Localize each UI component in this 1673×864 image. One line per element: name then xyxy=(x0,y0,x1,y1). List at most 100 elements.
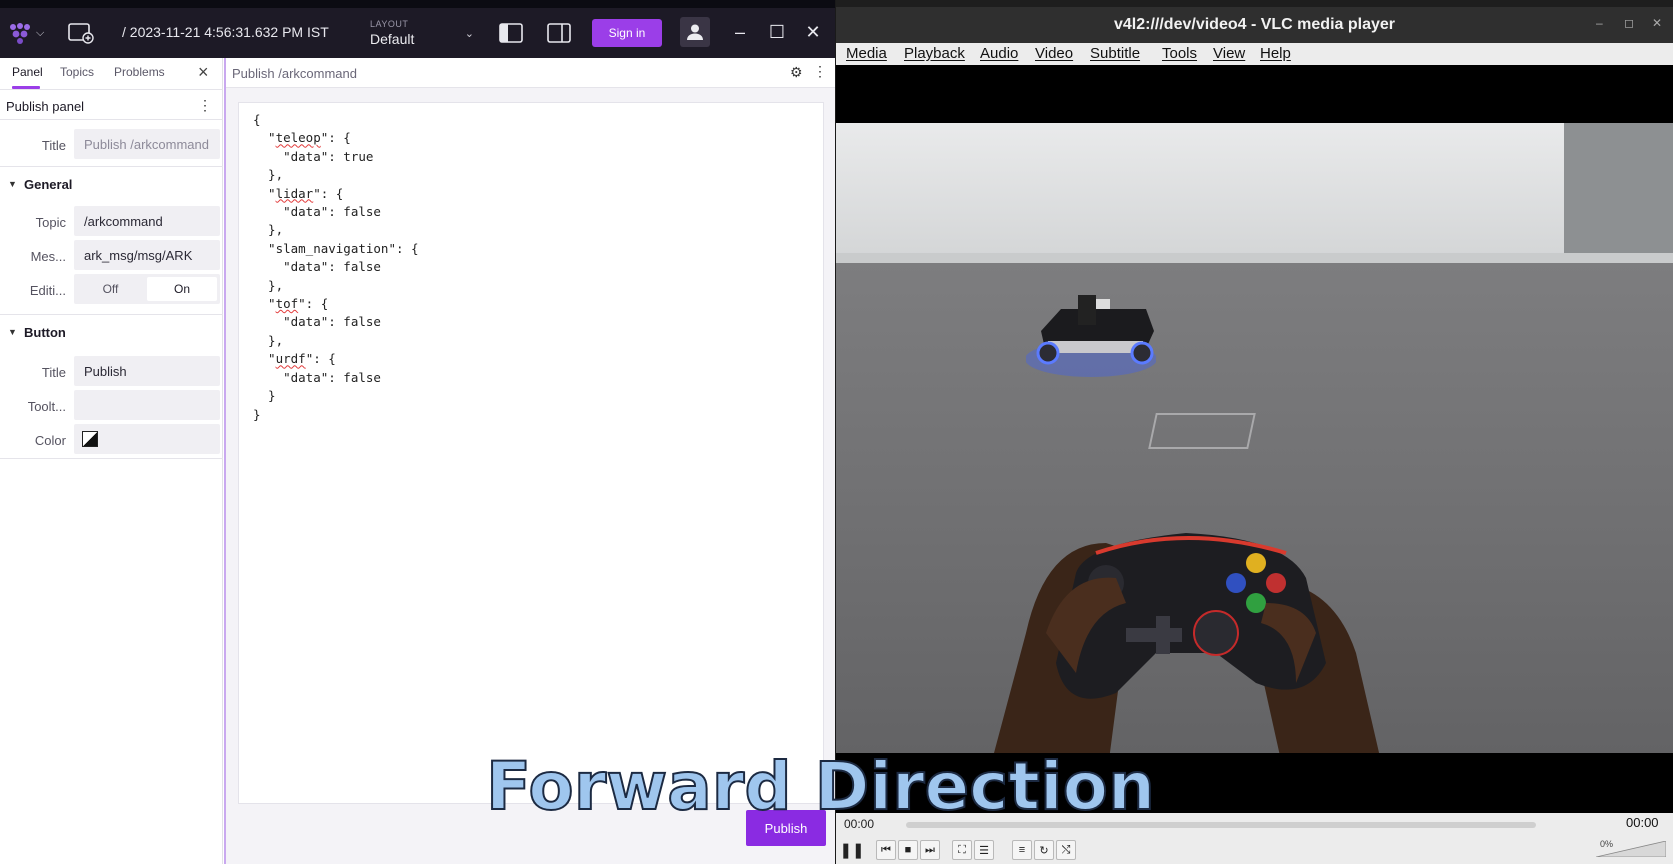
publish-panel-header: Publish /arkcommand ⚙ ⋮ xyxy=(226,58,835,88)
message-schema-input[interactable]: ark_msg/msg/ARK xyxy=(74,240,220,270)
button-title-input[interactable]: Publish xyxy=(74,356,220,386)
code-line: "lidar": { xyxy=(253,185,344,201)
tab-topics[interactable]: Topics xyxy=(60,65,94,79)
video-caption: Forward Direction xyxy=(485,747,1156,826)
minimize-icon[interactable]: – xyxy=(728,20,752,44)
button-tooltip-label: Toolt... xyxy=(27,399,66,414)
title-input[interactable]: Publish /arkcommand xyxy=(74,129,220,159)
title-label: Title xyxy=(41,138,66,153)
code-line: } xyxy=(253,406,261,422)
maximize-icon[interactable]: ◻ xyxy=(1624,16,1634,30)
code-line: "slam_navigation": { xyxy=(253,240,419,256)
general-section-label: General xyxy=(24,177,73,192)
vlc-window: v4l2:///dev/video4 - VLC media player – … xyxy=(836,0,1673,864)
maximize-icon[interactable]: ☐ xyxy=(765,20,789,44)
previous-icon[interactable]: ⏮ xyxy=(876,840,896,860)
app-toolbar: ⌵ / 2023-11-21 4:56:31.632 PM IST LAYOUT… xyxy=(0,8,835,58)
door xyxy=(1564,123,1673,261)
triangle-down-icon: ▼ xyxy=(8,179,17,189)
editing-on-option[interactable]: On xyxy=(147,277,217,301)
screen: ⌵ / 2023-11-21 4:56:31.632 PM IST LAYOUT… xyxy=(0,0,1673,864)
publish-panel: Publish /arkcommand ⚙ ⋮ { "teleop": { "d… xyxy=(224,58,835,864)
code-line: } xyxy=(253,388,276,404)
menu-view[interactable]: View xyxy=(1213,45,1245,62)
code-line: "data": false xyxy=(253,314,381,330)
extended-settings-icon[interactable]: ☰ xyxy=(974,840,994,860)
playlist-icon[interactable]: ≡ xyxy=(1012,840,1032,860)
menu-audio[interactable]: Audio xyxy=(980,45,1018,62)
minimize-icon[interactable]: – xyxy=(1596,16,1603,30)
code-line: "data": false xyxy=(253,204,381,220)
code-line: }, xyxy=(253,277,284,293)
menu-help[interactable]: Help xyxy=(1260,45,1291,62)
total-time: 00:00 xyxy=(1626,815,1659,830)
general-section-header[interactable]: ▼ General xyxy=(0,166,223,200)
code-line: "teleop": { xyxy=(253,130,351,146)
triangle-down-icon: ▼ xyxy=(8,327,17,337)
robot-image xyxy=(1026,295,1156,377)
code-line: "tof": { xyxy=(253,296,329,312)
editing-mode-label: Editi... xyxy=(29,283,66,298)
code-line: "data": true xyxy=(253,148,374,164)
code-line: }, xyxy=(253,167,284,183)
shuffle-icon[interactable]: ⤭ xyxy=(1056,840,1076,860)
add-panel-icon[interactable] xyxy=(68,22,94,44)
vlc-menubar: Media Playback Audio Video Subtitle Tool… xyxy=(836,43,1673,65)
code-line: }, xyxy=(253,332,284,348)
stop-icon[interactable]: ■ xyxy=(898,840,918,860)
chevron-down-icon: ⌄ xyxy=(464,28,474,40)
button-color-input[interactable] xyxy=(74,424,220,454)
menu-subtitle[interactable]: Subtitle xyxy=(1090,45,1140,62)
menu-media[interactable]: Media xyxy=(846,45,887,62)
top-strip xyxy=(836,0,1673,7)
button-tooltip-input[interactable] xyxy=(74,390,220,420)
code-line: "data": false xyxy=(253,369,381,385)
topic-input[interactable]: /arkcommand xyxy=(74,206,220,236)
volume-slider[interactable] xyxy=(1596,841,1666,857)
chevron-down-icon: ⌵ xyxy=(36,26,45,39)
vlc-window-title: v4l2:///dev/video4 - VLC media player xyxy=(1114,16,1395,33)
color-swatch[interactable] xyxy=(82,431,98,447)
sidebar-tabs: Panel Topics Problems × xyxy=(0,58,223,90)
floor-hatch xyxy=(1148,413,1256,449)
next-icon[interactable]: ⏭ xyxy=(920,840,940,860)
close-icon[interactable]: ✕ xyxy=(1652,16,1662,30)
active-tab-indicator xyxy=(12,86,40,89)
video-area[interactable] xyxy=(836,65,1673,813)
more-vertical-icon[interactable]: ⋮ xyxy=(198,97,212,114)
vlc-titlebar: v4l2:///dev/video4 - VLC media player – … xyxy=(836,7,1673,43)
code-line: }, xyxy=(253,222,284,238)
left-sidebar-toggle-icon[interactable] xyxy=(498,22,524,44)
user-menu-button[interactable] xyxy=(680,17,710,47)
menu-video[interactable]: Video xyxy=(1035,45,1073,62)
button-section-header[interactable]: ▼ Button xyxy=(0,314,223,348)
layout-dropdown[interactable]: LAYOUT Default ⌄ xyxy=(362,17,474,49)
gear-icon[interactable]: ⚙ xyxy=(790,64,803,81)
video-frame xyxy=(836,123,1673,753)
sign-in-button[interactable]: Sign in xyxy=(592,19,662,47)
more-vertical-icon[interactable]: ⋮ xyxy=(813,63,827,80)
close-icon[interactable]: ✕ xyxy=(801,20,825,44)
menu-tools[interactable]: Tools xyxy=(1162,45,1197,62)
editing-off-option[interactable]: Off xyxy=(74,274,147,304)
tab-panel[interactable]: Panel xyxy=(12,65,43,79)
right-sidebar-toggle-icon[interactable] xyxy=(546,22,572,44)
fullscreen-icon[interactable]: ⛶ xyxy=(952,840,972,860)
playback-timestamp: / 2023-11-21 4:56:31.632 PM IST xyxy=(122,24,329,40)
tab-problems[interactable]: Problems xyxy=(114,65,165,79)
button-color-label: Color xyxy=(34,433,66,448)
topic-label: Topic xyxy=(35,215,66,230)
layout-value: Default xyxy=(370,31,415,47)
loop-icon[interactable]: ↻ xyxy=(1034,840,1054,860)
code-line: "data": false xyxy=(253,259,381,275)
menu-playback[interactable]: Playback xyxy=(904,45,965,62)
pause-icon[interactable]: ❚❚ xyxy=(839,840,864,860)
message-json: { "teleop": { "data": true }, "lidar": {… xyxy=(253,111,419,424)
settings-sidebar: Panel Topics Problems × Publish panel ⋮ … xyxy=(0,58,223,864)
app-menu-button[interactable]: ⌵ xyxy=(8,21,52,45)
close-icon[interactable]: × xyxy=(198,62,209,83)
button-title-label: Title xyxy=(41,365,66,380)
user-icon xyxy=(687,24,703,40)
message-editor[interactable]: { "teleop": { "data": true }, "lidar": {… xyxy=(238,102,824,804)
layout-label: LAYOUT xyxy=(370,19,409,29)
